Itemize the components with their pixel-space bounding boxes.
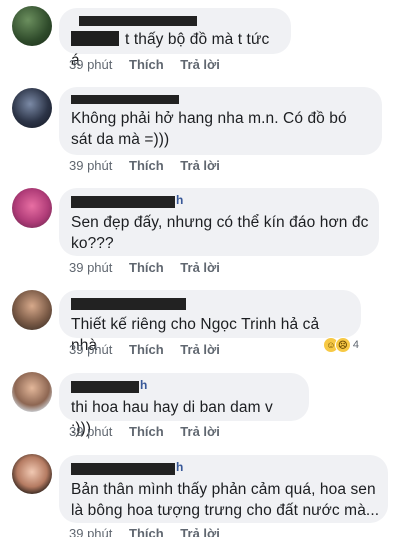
timestamp[interactable]: 39 phút [69,57,112,72]
like-button[interactable]: Thích [129,526,164,537]
redacted-author-name [71,95,179,104]
reply-button[interactable]: Trả lời [180,158,220,173]
comment-bubble: t thấy bộ đồ mà t tức á [59,8,291,69]
comment-bubble: h Sen đẹp đấy, nhưng có thể kín đáo hơn … [59,188,379,256]
avatar[interactable] [12,6,52,46]
timestamp[interactable]: 39 phút [69,260,112,275]
redacted-author-name [71,463,175,475]
avatar[interactable] [12,188,52,228]
like-button[interactable]: Thích [129,342,164,357]
comment-text: Bản thân mình thấy phản cảm quá, hoa sen… [71,481,380,519]
redacted-author-name [71,196,175,208]
reply-button[interactable]: Trả lời [180,260,220,275]
avatar[interactable] [12,88,52,128]
comment-bubble: h thi hoa hau hay di ban dam v :))) [59,373,309,437]
comment-actions: 39 phút Thích Trả lời [69,526,233,537]
sad-emoji-icon: ☹ [334,337,351,353]
timestamp[interactable]: 39 phút [69,342,112,357]
reaction-summary[interactable]: ☺ ☹ 4 [322,337,359,353]
avatar[interactable] [12,454,52,494]
comment-actions: 39 phút Thích Trả lời [69,57,233,72]
comment-actions: 39 phút Thích Trả lời [69,342,233,357]
avatar[interactable] [12,372,52,412]
comment-actions: 39 phút Thích Trả lời [69,260,233,275]
redacted-author-name [71,381,139,393]
like-button[interactable]: Thích [129,158,164,173]
comment-text: Sen đẹp đấy, nhưng có thể kín đáo hơn đc… [71,214,369,252]
author-name-suffix[interactable]: h [176,460,183,474]
timestamp[interactable]: 39 phút [69,158,112,173]
reaction-count: 4 [352,339,359,351]
comment-bubble: Thiết kế riêng cho Ngọc Trinh hả cả nhà [59,290,361,354]
comment-bubble: h Bản thân mình thấy phản cảm quá, hoa s… [59,455,388,523]
like-button[interactable]: Thích [129,424,164,439]
timestamp[interactable]: 39 phút [69,424,112,439]
author-name-suffix[interactable]: h [140,378,147,392]
avatar[interactable] [12,290,52,330]
redacted-mention [71,31,119,46]
comment-bubble: Không phải hở hang nha m.n. Có đồ bó sát… [59,87,382,155]
reply-button[interactable]: Trả lời [180,342,220,357]
like-button[interactable]: Thích [129,260,164,275]
reply-button[interactable]: Trả lời [180,526,220,537]
like-button[interactable]: Thích [129,57,164,72]
author-name-suffix[interactable]: h [176,193,183,207]
comment-actions: 39 phút Thích Trả lời [69,424,233,439]
redacted-author-name [71,298,186,310]
comment-actions: 39 phút Thích Trả lời [69,158,233,173]
comment-text: Không phải hở hang nha m.n. Có đồ bó sát… [71,110,347,148]
reply-button[interactable]: Trả lời [180,57,220,72]
timestamp[interactable]: 39 phút [69,526,112,537]
redacted-author-name [79,16,197,26]
reply-button[interactable]: Trả lời [180,424,220,439]
